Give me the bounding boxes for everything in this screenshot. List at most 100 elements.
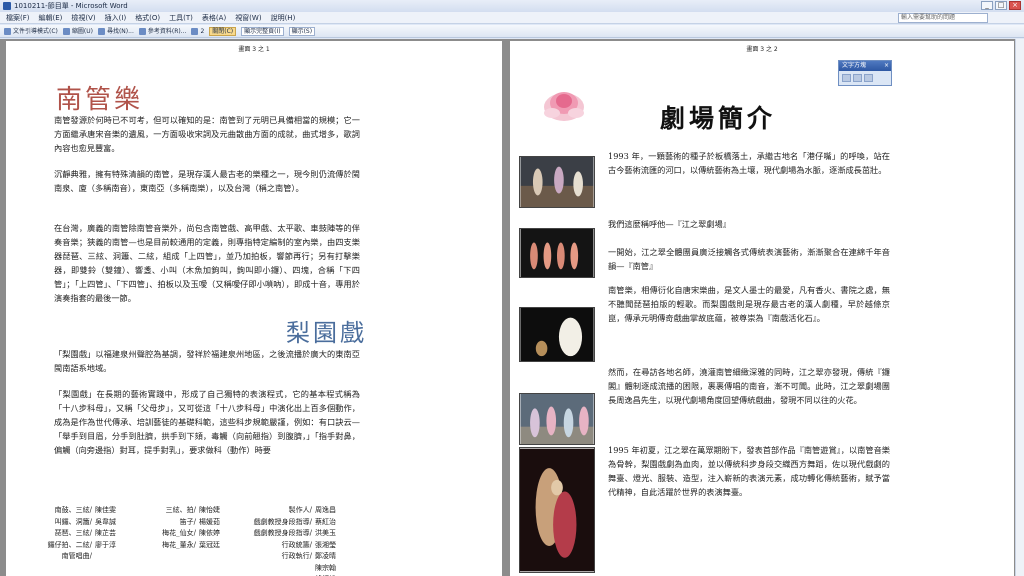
credit-cell: 張湘瑩 <box>315 540 336 549</box>
credit-row: 叫鑼、洞簫/吳韋誠 笛子/楊媛茹 戲劇教授身段指導/蔡紅治 <box>46 517 376 529</box>
credit-cell: 梅花_仙女/ <box>162 529 196 537</box>
credit-cell: 南鼓、三絃/ <box>54 506 92 514</box>
menu-edit[interactable]: 編輯(E) <box>39 12 63 23</box>
text-direction-button[interactable] <box>864 74 873 82</box>
toolbar-document-map[interactable]: 文件引導模式(C) <box>4 25 58 38</box>
theater-intro-title: 劇場簡介 <box>660 104 777 133</box>
paragraph: 「梨園戲」以福建泉州聲腔為基調，發祥於福建泉州地區，之後流播於廣大的東南亞閩南語… <box>54 349 360 373</box>
page-1-header: 畫面 3 之 1 <box>238 46 270 53</box>
credit-cell: 陳芷芸 <box>95 529 116 537</box>
research-icon <box>138 27 146 35</box>
menu-file[interactable]: 檔案(F) <box>6 12 30 23</box>
credit-cell: 陳宗翰 <box>315 563 336 572</box>
minimize-button[interactable]: _ <box>981 1 993 10</box>
maximize-button[interactable]: □ <box>995 1 1007 10</box>
word-app-icon <box>3 2 11 10</box>
toolbar-find[interactable]: 尋找(N)... <box>97 25 134 38</box>
paragraph: 1995 年初夏，江之翠在萬眾期盼下，發表首部作品『南管遊賞』，以南管音樂為骨幹… <box>608 445 890 497</box>
paragraph: 在台灣，廣義的南管除南管音樂外，尚包含南管戲、高甲戲、太平歌、車鼓陣等的伴奏音樂… <box>54 223 360 303</box>
credit-cell: 陳怡婕 <box>199 506 220 514</box>
menu-table[interactable]: 表格(A) <box>202 12 226 23</box>
paragraph: 「梨園戲」在長期的藝術實踐中，形成了自己獨特的表演程式，它的基本程式稱為「十八步… <box>54 389 360 455</box>
link-textbox-button[interactable] <box>842 74 851 82</box>
textbox-toolbar-title: 文字方塊 <box>842 62 867 69</box>
credit-row: 陳宗翰 <box>46 563 376 575</box>
close-button[interactable]: × <box>1009 1 1021 10</box>
zoom-icon <box>191 27 199 35</box>
credit-cell: 製作人/ <box>288 506 312 514</box>
peony-flower-image <box>544 92 584 121</box>
paragraph: 1993 年，一顆藝術的種子於板橋落土，承繼古地名「港仔嘴」的呼喚，站在古今藝術… <box>608 151 890 175</box>
credit-cell <box>92 551 138 563</box>
credit-cell: 陳佳雯 <box>95 506 116 514</box>
credit-cell: 行政統籌/ <box>281 540 312 549</box>
menu-tools[interactable]: 工具(T) <box>169 12 193 23</box>
title-bar: 1010211-節目單 - Microsoft Word _ □ × <box>0 0 1024 12</box>
paragraph: 南管發源於何時已不可考，但可以確知的是：南管到了元明已具備相當的規模；它一方面繼… <box>54 115 360 153</box>
toolbar-close[interactable]: 關閉(C) <box>209 26 237 36</box>
break-link-button[interactable] <box>853 74 862 82</box>
credit-cell: 蔡紅治 <box>315 517 336 526</box>
page-1: 畫面 3 之 1 南管樂 南管發源於何時已不可考，但可以確知的是：南管到了元明已… <box>6 41 502 576</box>
find-icon <box>97 27 105 35</box>
section-title-liyuan: 梨園戲 <box>286 319 367 347</box>
credit-cell: 行政執行/ <box>281 552 312 560</box>
menu-bar: 檔案(F) 編輯(E) 檢視(V) 插入(I) 格式(O) 工具(T) 表格(A… <box>0 12 1024 24</box>
credit-cell: 鄭凌晴 <box>315 552 336 560</box>
textbox-toolbar[interactable]: 文字方塊 × <box>838 60 892 86</box>
credit-cell: 琵琶、三絃/ <box>54 529 92 537</box>
toolbar-full-page[interactable]: 顯示完整頁(I) <box>241 26 284 36</box>
help-search-input[interactable]: 輸入需要幫助的問題 <box>898 13 988 23</box>
menu-insert[interactable]: 插入(I) <box>105 12 127 23</box>
paragraph: 然而，在尋訪各地名師，澆灌南管細緻深雅的同時，江之翠亦發現，傳統『鑼閣』體制逐成… <box>608 367 890 405</box>
stage-photo-1 <box>519 156 595 208</box>
credit-cell: 南管唱曲/ <box>61 552 92 560</box>
toolbar-research[interactable]: 參考資料(R)... <box>138 25 186 38</box>
section-title-nanguan: 南管樂 <box>56 85 144 115</box>
credit-cell: 廖于淳 <box>95 540 116 549</box>
menu-help[interactable]: 說明(H) <box>271 12 296 23</box>
credit-cell <box>196 563 240 575</box>
credit-cell <box>138 563 196 575</box>
menu-format[interactable]: 格式(O) <box>135 12 160 23</box>
credit-cell <box>46 563 92 575</box>
credit-cell: 楊媛茹 <box>199 517 220 526</box>
vertical-scrollbar[interactable] <box>1015 39 1024 576</box>
paragraph: 南管樂，相傳衍化自唐宋樂曲，是文人墨士的最愛，凡有香火、書院之處，無不聽聞琵琶拍… <box>608 285 890 323</box>
credit-cell: 洪美玉 <box>315 529 336 537</box>
credit-cell: 叫鑼、洞簫/ <box>54 517 92 526</box>
close-icon[interactable]: × <box>884 61 889 71</box>
credit-cell: 周逸昌 <box>315 506 336 514</box>
credit-cell: 梅花_董永/ <box>162 540 196 549</box>
stage-photo-4 <box>519 393 595 445</box>
credit-row: 鑼仔拍、二絃/廖于淳 梅花_董永/葉冠廷 行政統籌/張湘瑩 <box>46 540 376 552</box>
menu-window[interactable]: 視窗(W) <box>235 12 261 23</box>
thumbnails-icon <box>62 27 70 35</box>
document-map-icon <box>4 27 11 35</box>
stage-photo-5 <box>519 447 595 573</box>
credits-list: 南鼓、三絃/陳佳雯 三絃、拍/陳怡婕 製作人/周逸昌叫鑼、洞簫/吳韋誠 笛子/楊媛茹戲… <box>46 505 376 576</box>
toolbar-thumbnails[interactable]: 縮圖(U) <box>62 25 93 38</box>
toolbar-show[interactable]: 顯示(S) <box>288 26 316 36</box>
credit-cell <box>138 551 196 563</box>
window-title: 1010211-節目單 - Microsoft Word <box>14 2 128 10</box>
page-2-header: 畫面 3 之 2 <box>746 46 778 53</box>
credit-cell <box>196 551 240 563</box>
stage-photo-2 <box>519 228 595 278</box>
credit-row: 南鼓、三絃/陳佳雯 三絃、拍/陳怡婕 製作人/周逸昌 <box>46 505 376 517</box>
menu-view[interactable]: 檢視(V) <box>71 12 95 23</box>
page-2: 畫面 3 之 2 劇場簡介 1993 年，一顆藝術的種子於板橋落土，承繼古地名「… <box>510 41 1014 576</box>
credit-cell: 戲劇教授身段指導/ <box>253 529 312 537</box>
credit-cell: 三絃、拍/ <box>165 506 196 514</box>
credit-cell <box>92 563 138 575</box>
credit-cell: 笛子/ <box>179 517 196 526</box>
credit-cell: 陳依婷 <box>199 529 220 537</box>
credit-row: 琵琶、三絃/陳芷芸 梅花_仙女/陳依婷 戲劇教授身段指導/洪美玉 <box>46 528 376 540</box>
paragraph: 我們這麼稱呼他—『江之翠劇場』 <box>608 219 731 229</box>
credit-cell <box>240 563 312 575</box>
paragraph: 一開始，江之翠全體團員廣泛接觸各式傳統表演藝術，漸漸聚合在連綿千年音韻—『南管』 <box>608 247 890 271</box>
credit-row: 南管唱曲/行政執行/鄭凌晴 <box>46 551 376 563</box>
credit-cell: 葉冠廷 <box>199 540 220 549</box>
paragraph: 沉靜典雅，擁有特殊清韻的南管，是現存漢人最古老的樂種之一，現今則仍流傳於閩南泉、… <box>54 169 360 193</box>
toolbar-zoom[interactable]: 2 <box>191 25 204 38</box>
